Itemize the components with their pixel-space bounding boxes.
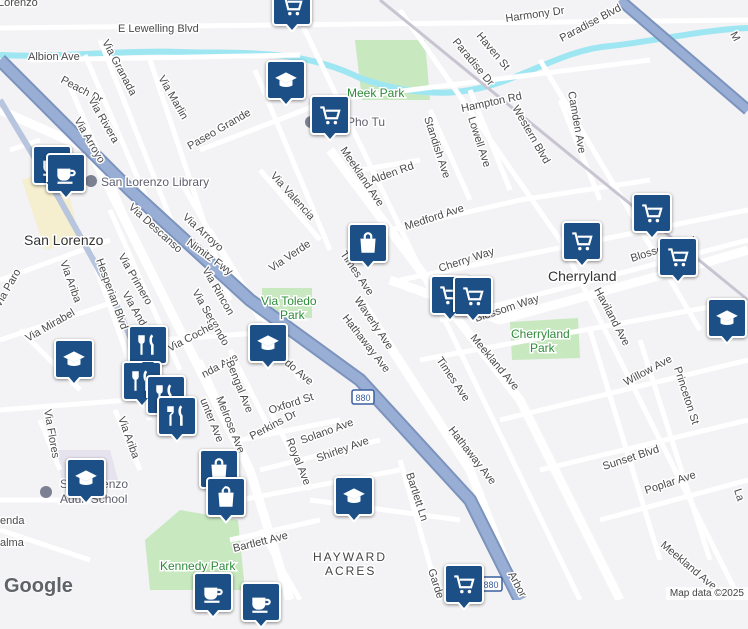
shopping-cart-icon [639, 200, 665, 226]
shopping-cart-icon [569, 228, 595, 254]
place-cherryland: Cherryland [548, 268, 616, 284]
google-logo[interactable]: Google [4, 575, 73, 598]
park-via-toledo-1: Via Toledo [261, 294, 317, 308]
shopping-cart-marker-blossom-1[interactable] [658, 237, 698, 277]
place-san-lorenzo: San Lorenzo [24, 232, 104, 248]
shopping-cart-marker-bottom[interactable] [444, 564, 484, 604]
poi-library[interactable]: San Lorenzo Library [85, 175, 209, 189]
school-marker-shirley[interactable] [334, 476, 374, 516]
park-via-toledo-2: Park [280, 308, 306, 322]
shopping-cart-icon [317, 102, 343, 128]
park-cherryland-2: Park [530, 341, 556, 355]
map-base: 880 880 San Lorenzo Cherryland HAYWARD A… [0, 0, 748, 600]
park-meek: Meek Park [347, 86, 405, 100]
place-hayward: HAYWARD [313, 550, 387, 564]
graduation-cap-icon [273, 67, 299, 93]
cafe-marker-bottom-2[interactable] [241, 582, 281, 622]
highway-shield: 880 [352, 390, 374, 404]
school-marker-east[interactable] [707, 298, 747, 338]
shopping-bag-marker-meekland[interactable] [348, 223, 388, 263]
park-kennedy: Kennedy Park [160, 559, 236, 573]
park-cherryland-1: Cherryland [511, 327, 570, 341]
street-palma: alma [0, 537, 25, 549]
graduation-cap-icon [73, 465, 99, 491]
shopping-cart-marker-pho[interactable] [310, 95, 350, 135]
school-marker-adult[interactable] [66, 458, 106, 498]
fork-knife-icon [135, 332, 161, 358]
cafe-marker-bottom-1[interactable] [193, 572, 233, 612]
map-canvas[interactable]: 880 880 San Lorenzo Cherryland HAYWARD A… [0, 0, 748, 600]
shopping-cart-icon [279, 0, 305, 19]
shopping-cart-marker-cherry-2[interactable] [632, 193, 672, 233]
school-marker-via-toledo[interactable] [248, 323, 288, 363]
svg-text:880: 880 [355, 393, 370, 403]
shopping-cart-icon [460, 283, 486, 309]
street-enda: enda [0, 515, 25, 527]
coffee-cup-icon [200, 579, 226, 605]
street-albion: Albion Ave [28, 51, 80, 63]
svg-text:880: 880 [483, 580, 498, 590]
restaurant-marker-1[interactable] [128, 325, 168, 365]
street-lorenzo: Lorenzo [0, 0, 38, 9]
school-marker-west[interactable] [54, 339, 94, 379]
shopping-cart-marker-top[interactable] [272, 0, 312, 26]
graduation-cap-icon [255, 330, 281, 356]
shopping-cart-icon [665, 244, 691, 270]
graduation-cap-icon [341, 483, 367, 509]
street-e-lewelling: E Lewelling Blvd [118, 23, 199, 35]
poi-library-label: San Lorenzo Library [101, 175, 209, 189]
school-marker-paseo[interactable] [266, 60, 306, 100]
poi-pho-label: Pho Tu [347, 115, 385, 129]
map-attribution[interactable]: Map data ©2025 [666, 587, 748, 600]
shopping-bag-icon [355, 230, 381, 256]
shopping-cart-icon [451, 571, 477, 597]
shopping-bag-marker-2[interactable] [206, 477, 246, 517]
graduation-cap-icon [61, 346, 87, 372]
shopping-cart-marker-blossom-3[interactable] [453, 276, 493, 316]
shopping-cart-marker-cherry-1[interactable] [562, 221, 602, 261]
graduation-cap-icon [714, 305, 740, 331]
place-acres: ACRES [325, 564, 376, 578]
coffee-cup-icon [248, 589, 274, 615]
